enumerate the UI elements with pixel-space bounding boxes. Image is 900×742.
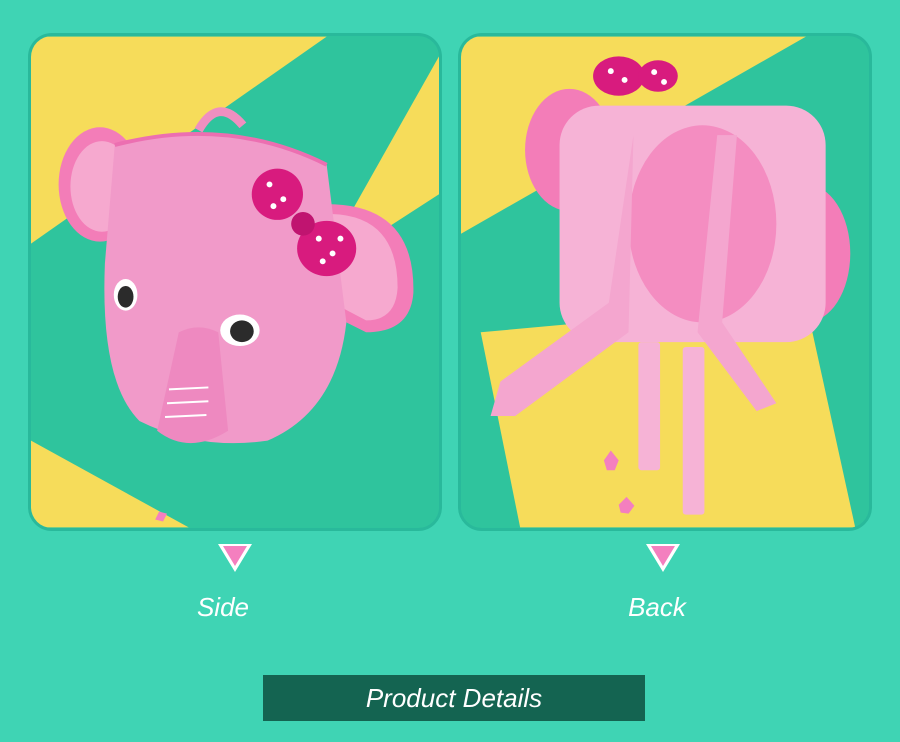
elephant-backpack-side-illustration xyxy=(31,36,439,528)
down-triangle-icon xyxy=(646,544,680,572)
back-view-image xyxy=(458,33,872,531)
product-details-label: Product Details xyxy=(365,682,543,713)
down-triangle-icon xyxy=(218,544,252,572)
back-caption: Back xyxy=(628,592,686,622)
side-view-image xyxy=(28,33,442,531)
elephant-backpack-back-illustration xyxy=(461,36,869,528)
product-details-banner: Product Details xyxy=(263,675,645,721)
side-caption: Side xyxy=(196,592,250,622)
